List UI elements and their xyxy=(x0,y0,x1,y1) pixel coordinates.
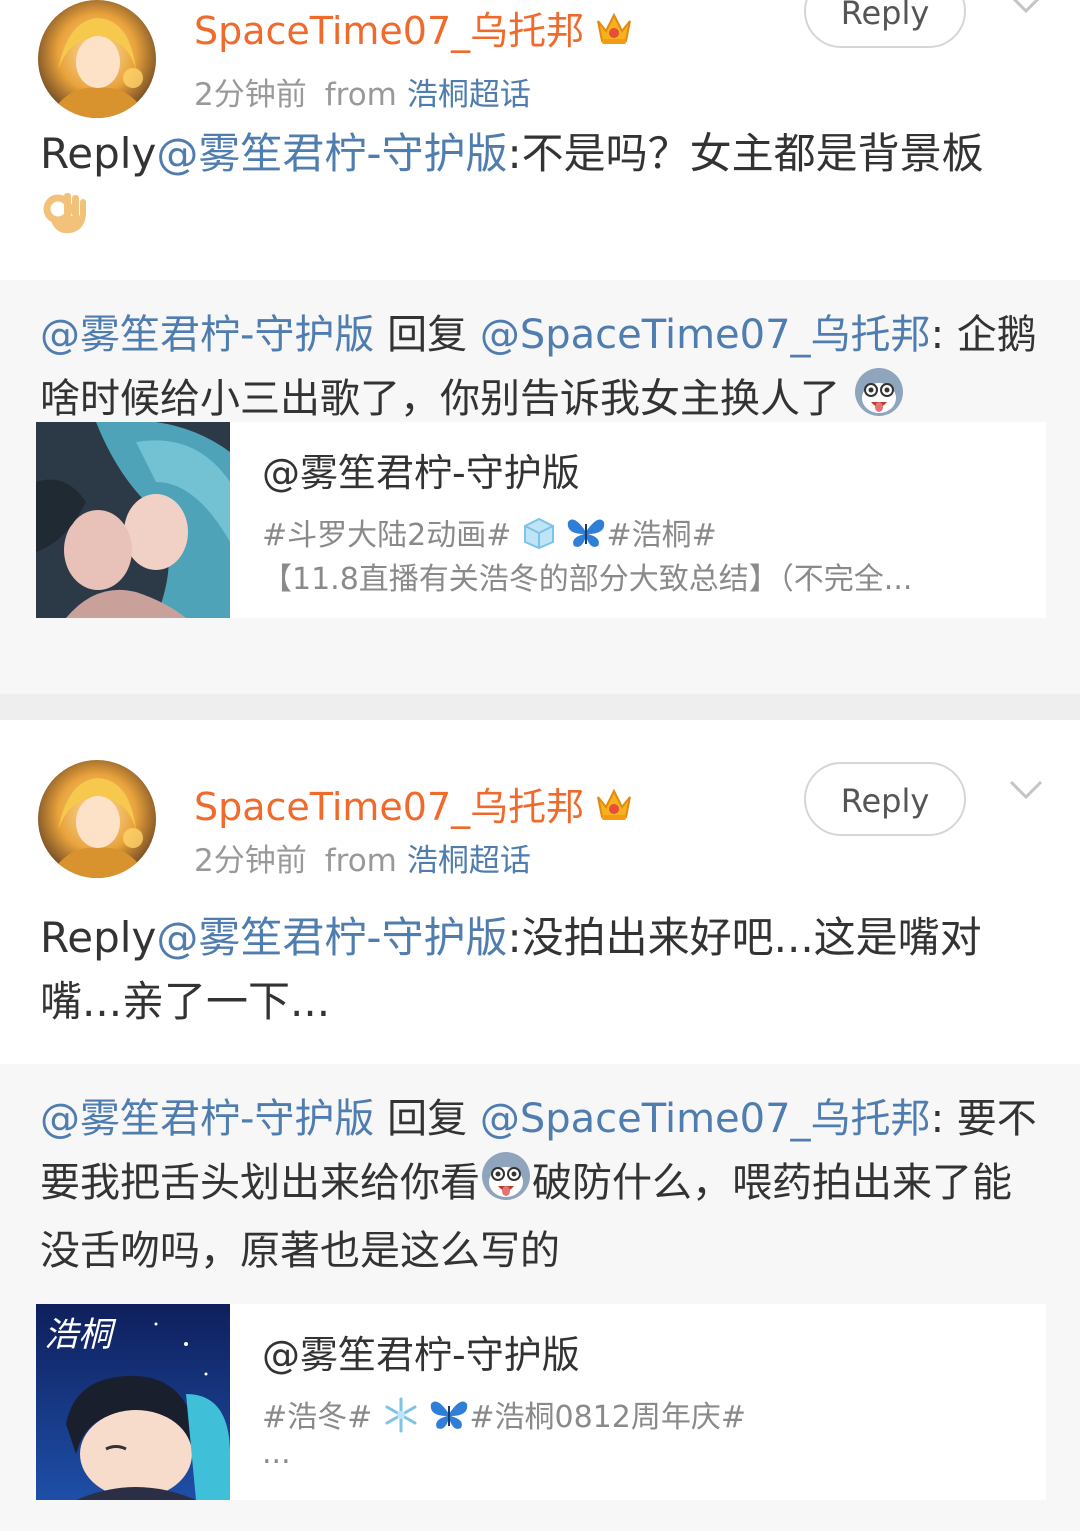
mention-link[interactable]: @雾笙君柠-守护版 xyxy=(156,129,507,178)
link-card-thumbnail xyxy=(36,422,230,618)
svg-text:浩桐: 浩桐 xyxy=(44,1315,117,1355)
quote-text: @雾笙君柠-守护版 回复 @SpaceTime07_乌托邦: 要不要我把舌头划出… xyxy=(40,1096,1037,1274)
comment-body: Reply@雾笙君柠-守护版:没拍出来好吧...这是嘴对嘴...亲了一下... xyxy=(40,913,982,1026)
husky-emoji xyxy=(480,1150,532,1220)
ice-cube-emoji xyxy=(521,516,557,558)
comment-card: SpaceTime07_乌托邦 2分钟前 from 浩桐超话 Reply Reply… xyxy=(0,0,1080,694)
comment-meta: 2分钟前 from 浩桐超话 xyxy=(194,843,531,879)
avatar[interactable] xyxy=(38,0,156,118)
mention-link[interactable]: @SpaceTime07_乌托邦 xyxy=(480,312,931,358)
quoted-reply[interactable]: @雾笙君柠-守护版 回复 @SpaceTime07_乌托邦: 企鹅啥时候给小三出… xyxy=(0,280,1080,694)
crown-badge-icon xyxy=(594,11,634,56)
comment-body: Reply@雾笙君柠-守护版:不是吗？女主都是背景板 xyxy=(40,122,1050,255)
username[interactable]: SpaceTime07_乌托邦 xyxy=(194,0,634,56)
link-card-description: 【11.8直播有关浩冬的部分大致总结】（不完全... xyxy=(262,562,913,597)
link-card-title: @雾笙君柠-守护版 xyxy=(262,1333,580,1377)
quoted-reply[interactable]: @雾笙君柠-守护版 回复 @SpaceTime07_乌托邦: 要不要我把舌头划出… xyxy=(0,1064,1080,1531)
comment-meta: 2分钟前 from 浩桐超话 xyxy=(194,77,531,113)
mention-link[interactable]: @雾笙君柠-守护版 xyxy=(40,1096,374,1142)
butterfly-emoji xyxy=(566,516,606,558)
mention-link[interactable]: @SpaceTime07_乌托邦 xyxy=(480,1096,931,1142)
link-card-description: ... xyxy=(262,1436,291,1471)
card-separator xyxy=(0,694,1080,720)
crown-badge-icon xyxy=(594,787,634,832)
comment-card: SpaceTime07_乌托邦 2分钟前 from 浩桐超话 Reply Reply… xyxy=(0,720,1080,1531)
quote-text: @雾笙君柠-守护版 回复 @SpaceTime07_乌托邦: 企鹅啥时候给小三出… xyxy=(40,304,1045,436)
chevron-down-icon[interactable] xyxy=(1008,0,1044,16)
chevron-down-icon[interactable] xyxy=(1008,778,1044,802)
link-card-tags: #浩冬# #浩桐0812周年庆# xyxy=(262,1392,746,1442)
username[interactable]: SpaceTime07_乌托邦 xyxy=(194,776,634,832)
link-card[interactable]: 浩桐 @雾笙君柠-守护版 #浩冬# #浩桐0812周年庆# ... xyxy=(36,1304,1046,1500)
mention-link[interactable]: @雾笙君柠-守护版 xyxy=(156,913,507,962)
butterfly-emoji xyxy=(429,1398,469,1440)
reply-button[interactable]: Reply xyxy=(804,762,966,836)
mention-link[interactable]: @雾笙君柠-守护版 xyxy=(40,312,374,358)
source-link[interactable]: 浩桐超话 xyxy=(407,77,531,113)
reply-button[interactable]: Reply xyxy=(804,0,966,48)
link-card-title: @雾笙君柠-守护版 xyxy=(262,451,580,495)
ok-hand-emoji xyxy=(40,187,90,255)
link-card-tags: #斗罗大陆2动画# #浩桐# xyxy=(262,510,717,558)
snowflake-emoji xyxy=(382,1396,420,1442)
link-card-thumbnail: 浩桐 xyxy=(36,1304,230,1500)
avatar[interactable] xyxy=(38,760,156,878)
link-card[interactable]: @雾笙君柠-守护版 #斗罗大陆2动画# #浩桐# 【11.8直播有关浩冬的部分大… xyxy=(36,422,1046,618)
source-link[interactable]: 浩桐超话 xyxy=(407,843,531,879)
